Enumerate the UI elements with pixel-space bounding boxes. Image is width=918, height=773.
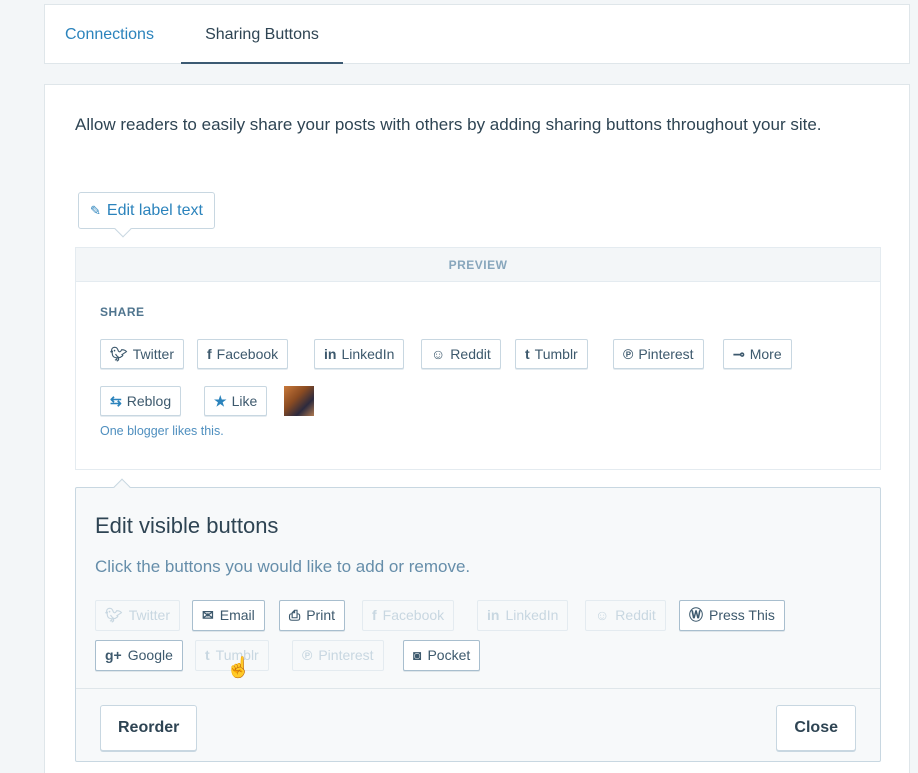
preview-box: PREVIEW SHARE 🐦︎ Twitter f Facebook in Link… <box>75 247 881 470</box>
tab-sharing-buttons[interactable]: Sharing Buttons <box>181 5 343 64</box>
panel-caret <box>113 478 131 496</box>
tumblr-icon: t <box>525 346 530 362</box>
pocket-icon: ◙ <box>413 647 422 663</box>
linkedin-icon: in <box>487 607 500 623</box>
toggle-email-button[interactable]: ✉ Email <box>192 600 265 631</box>
twitter-icon: 🐦︎ <box>110 346 128 362</box>
preview-reddit-button[interactable]: ☺ Reddit <box>421 339 501 369</box>
tumblr-icon: t <box>205 647 210 663</box>
toggle-pinterest-button[interactable]: ℗ Pinterest <box>292 640 384 671</box>
twitter-icon: 🐦︎ <box>105 607 123 623</box>
preview-facebook-button[interactable]: f Facebook <box>197 339 289 369</box>
edit-label-text-label: Edit label text <box>106 202 203 219</box>
toggle-reddit-button[interactable]: ☺ Reddit <box>585 600 666 631</box>
section-tabs: Connections Sharing Buttons <box>44 4 910 64</box>
star-icon: ★ <box>214 393 227 409</box>
preview-pinterest-button[interactable]: ℗ Pinterest <box>613 339 704 369</box>
toggle-google-button[interactable]: g+ Google <box>95 640 183 671</box>
hand-cursor-icon: ☝ <box>226 657 251 679</box>
facebook-icon: f <box>372 607 377 623</box>
tooltip-caret <box>114 220 132 238</box>
toggle-pocket-button[interactable]: ◙ Pocket <box>403 640 481 671</box>
email-icon: ✉ <box>202 607 214 623</box>
toggle-print-button[interactable]: ⎙ Print <box>279 600 345 631</box>
close-button[interactable]: Close <box>776 705 856 751</box>
edit-label-text-button[interactable]: ✎ Edit label text <box>78 192 215 238</box>
avatar[interactable] <box>284 386 314 416</box>
pencil-icon: ✎ <box>90 203 101 218</box>
preview-heading: PREVIEW <box>76 248 880 282</box>
reddit-icon: ☺ <box>595 607 610 623</box>
reblog-icon: ⇆ <box>110 393 122 409</box>
preview-more-button[interactable]: ⊸ More <box>723 339 792 369</box>
share-title: SHARE <box>100 305 145 319</box>
intro-text: Allow readers to easily share your posts… <box>75 115 822 134</box>
toggle-facebook-button[interactable]: f Facebook <box>362 600 455 631</box>
edit-panel-title: Edit visible buttons <box>95 513 279 538</box>
edit-visible-buttons-panel: Edit visible buttons Click the buttons y… <box>75 478 881 762</box>
toggle-twitter-button[interactable]: 🐦︎ Twitter <box>95 600 181 631</box>
likes-count-text[interactable]: One blogger likes this. <box>100 424 224 438</box>
toggle-linkedin-button[interactable]: in LinkedIn <box>477 600 569 631</box>
tab-connections[interactable]: Connections <box>65 5 154 64</box>
edit-panel-footer: Reorder Close <box>76 688 880 762</box>
reorder-button[interactable]: Reorder <box>100 705 198 751</box>
google-plus-icon: g+ <box>105 647 122 663</box>
preview-twitter-button[interactable]: 🐦︎ Twitter <box>100 339 185 369</box>
reddit-icon: ☺ <box>431 346 446 362</box>
pinterest-icon: ℗ <box>623 346 634 362</box>
linkedin-icon: in <box>324 346 337 362</box>
pinterest-icon: ℗ <box>302 647 313 663</box>
facebook-icon: f <box>207 346 212 362</box>
print-icon: ⎙ <box>289 607 301 623</box>
edit-panel-subtitle: Click the buttons you would like to add … <box>95 557 471 576</box>
like-button[interactable]: ★ Like <box>204 386 268 416</box>
preview-tumblr-button[interactable]: t Tumblr <box>515 339 588 369</box>
reblog-button[interactable]: ⇆ Reblog <box>100 386 182 416</box>
more-icon: ⊸ <box>733 346 745 362</box>
wordpress-icon: Ⓦ <box>689 607 703 623</box>
sharing-buttons-card: Allow readers to easily share your posts… <box>44 84 910 773</box>
preview-linkedin-button[interactable]: in LinkedIn <box>314 339 405 369</box>
toggle-press-this-button[interactable]: Ⓦ Press This <box>679 600 785 631</box>
